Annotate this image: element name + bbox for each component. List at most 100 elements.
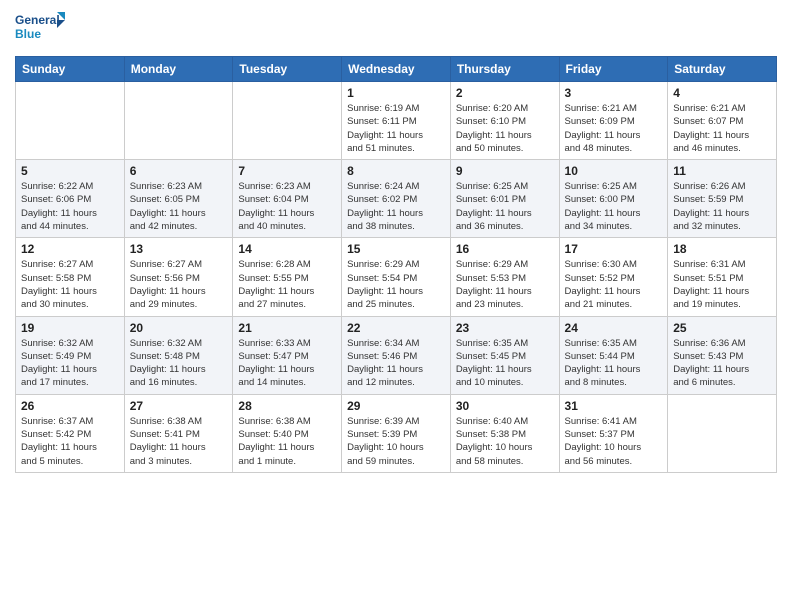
- calendar-table: SundayMondayTuesdayWednesdayThursdayFrid…: [15, 56, 777, 473]
- day-number: 29: [347, 399, 445, 413]
- day-info: Sunrise: 6:27 AMSunset: 5:56 PMDaylight:…: [130, 258, 228, 311]
- day-cell-6: 6 Sunrise: 6:23 AMSunset: 6:05 PMDaylight…: [124, 160, 233, 238]
- day-number: 15: [347, 242, 445, 256]
- day-number: 25: [673, 321, 771, 335]
- weekday-sunday: Sunday: [16, 57, 125, 82]
- day-cell-20: 20Sunrise: 6:32 AMSunset: 5:48 PMDayligh…: [124, 316, 233, 394]
- day-number: 11: [673, 164, 771, 178]
- day-cell-21: 21Sunrise: 6:33 AMSunset: 5:47 PMDayligh…: [233, 316, 342, 394]
- day-cell-29: 29 Sunrise: 6:39 AMSunset: 5:39 PMDayligh…: [342, 394, 451, 472]
- day-cell-18: 18Sunrise: 6:31 AMSunset: 5:51 PMDayligh…: [668, 238, 777, 316]
- day-number: 19: [21, 321, 119, 335]
- day-cell-13: 13 Sunrise: 6:27 AMSunset: 5:56 PMDayligh…: [124, 238, 233, 316]
- day-number: 8: [347, 164, 445, 178]
- day-number: 28: [238, 399, 336, 413]
- day-info: Sunrise: 6:22 AMSunset: 6:06 PMDaylight:…: [21, 180, 119, 233]
- weekday-monday: Monday: [124, 57, 233, 82]
- day-cell-11: 11Sunrise: 6:26 AMSunset: 5:59 PMDayligh…: [668, 160, 777, 238]
- week-row-5: 26 Sunrise: 6:37 AMSunset: 5:42 PMDayligh…: [16, 394, 777, 472]
- day-info: Sunrise: 6:37 AMSunset: 5:42 PMDaylight:…: [21, 415, 119, 468]
- empty-cell: [233, 82, 342, 160]
- day-number: 5: [21, 164, 119, 178]
- logo: General Blue: [15, 10, 65, 48]
- day-number: 30: [456, 399, 554, 413]
- empty-cell: [16, 82, 125, 160]
- logo-svg: General Blue: [15, 10, 65, 48]
- day-info: Sunrise: 6:38 AMSunset: 5:40 PMDaylight:…: [238, 415, 336, 468]
- day-number: 6: [130, 164, 228, 178]
- day-number: 24: [565, 321, 663, 335]
- day-cell-23: 23 Sunrise: 6:35 AMSunset: 5:45 PMDayligh…: [450, 316, 559, 394]
- day-info: Sunrise: 6:25 AMSunset: 6:01 PMDaylight:…: [456, 180, 554, 233]
- day-info: Sunrise: 6:41 AMSunset: 5:37 PMDaylight:…: [565, 415, 663, 468]
- day-info: Sunrise: 6:32 AMSunset: 5:49 PMDaylight:…: [21, 337, 119, 390]
- day-info: Sunrise: 6:25 AMSunset: 6:00 PMDaylight:…: [565, 180, 663, 233]
- weekday-wednesday: Wednesday: [342, 57, 451, 82]
- day-cell-9: 9Sunrise: 6:25 AMSunset: 6:01 PMDaylight…: [450, 160, 559, 238]
- day-cell-2: 2Sunrise: 6:20 AMSunset: 6:10 PMDaylight…: [450, 82, 559, 160]
- day-number: 13: [130, 242, 228, 256]
- day-number: 12: [21, 242, 119, 256]
- day-cell-26: 26 Sunrise: 6:37 AMSunset: 5:42 PMDayligh…: [16, 394, 125, 472]
- week-row-2: 5 Sunrise: 6:22 AMSunset: 6:06 PMDaylight…: [16, 160, 777, 238]
- day-number: 7: [238, 164, 336, 178]
- day-number: 16: [456, 242, 554, 256]
- day-cell-5: 5 Sunrise: 6:22 AMSunset: 6:06 PMDaylight…: [16, 160, 125, 238]
- day-info: Sunrise: 6:21 AMSunset: 6:09 PMDaylight:…: [565, 102, 663, 155]
- day-info: Sunrise: 6:24 AMSunset: 6:02 PMDaylight:…: [347, 180, 445, 233]
- day-number: 4: [673, 86, 771, 100]
- day-info: Sunrise: 6:27 AMSunset: 5:58 PMDaylight:…: [21, 258, 119, 311]
- day-info: Sunrise: 6:23 AMSunset: 6:05 PMDaylight:…: [130, 180, 228, 233]
- day-cell-28: 28 Sunrise: 6:38 AMSunset: 5:40 PMDayligh…: [233, 394, 342, 472]
- day-info: Sunrise: 6:40 AMSunset: 5:38 PMDaylight:…: [456, 415, 554, 468]
- day-cell-10: 10 Sunrise: 6:25 AMSunset: 6:00 PMDayligh…: [559, 160, 668, 238]
- weekday-header-row: SundayMondayTuesdayWednesdayThursdayFrid…: [16, 57, 777, 82]
- day-number: 10: [565, 164, 663, 178]
- weekday-thursday: Thursday: [450, 57, 559, 82]
- day-number: 18: [673, 242, 771, 256]
- day-info: Sunrise: 6:32 AMSunset: 5:48 PMDaylight:…: [130, 337, 228, 390]
- day-info: Sunrise: 6:23 AMSunset: 6:04 PMDaylight:…: [238, 180, 336, 233]
- day-cell-4: 4 Sunrise: 6:21 AMSunset: 6:07 PMDaylight…: [668, 82, 777, 160]
- weekday-friday: Friday: [559, 57, 668, 82]
- day-info: Sunrise: 6:21 AMSunset: 6:07 PMDaylight:…: [673, 102, 771, 155]
- day-info: Sunrise: 6:28 AMSunset: 5:55 PMDaylight:…: [238, 258, 336, 311]
- day-info: Sunrise: 6:30 AMSunset: 5:52 PMDaylight:…: [565, 258, 663, 311]
- day-cell-24: 24 Sunrise: 6:35 AMSunset: 5:44 PMDayligh…: [559, 316, 668, 394]
- day-number: 31: [565, 399, 663, 413]
- day-info: Sunrise: 6:35 AMSunset: 5:44 PMDaylight:…: [565, 337, 663, 390]
- day-info: Sunrise: 6:38 AMSunset: 5:41 PMDaylight:…: [130, 415, 228, 468]
- day-info: Sunrise: 6:36 AMSunset: 5:43 PMDaylight:…: [673, 337, 771, 390]
- week-row-1: 1Sunrise: 6:19 AMSunset: 6:11 PMDaylight…: [16, 82, 777, 160]
- day-cell-25: 25 Sunrise: 6:36 AMSunset: 5:43 PMDayligh…: [668, 316, 777, 394]
- day-cell-12: 12 Sunrise: 6:27 AMSunset: 5:58 PMDayligh…: [16, 238, 125, 316]
- week-row-3: 12 Sunrise: 6:27 AMSunset: 5:58 PMDayligh…: [16, 238, 777, 316]
- day-cell-14: 14 Sunrise: 6:28 AMSunset: 5:55 PMDayligh…: [233, 238, 342, 316]
- day-cell-8: 8 Sunrise: 6:24 AMSunset: 6:02 PMDaylight…: [342, 160, 451, 238]
- header: General Blue: [15, 10, 777, 48]
- day-cell-17: 17 Sunrise: 6:30 AMSunset: 5:52 PMDayligh…: [559, 238, 668, 316]
- day-info: Sunrise: 6:33 AMSunset: 5:47 PMDaylight:…: [238, 337, 336, 390]
- day-number: 14: [238, 242, 336, 256]
- day-info: Sunrise: 6:35 AMSunset: 5:45 PMDaylight:…: [456, 337, 554, 390]
- day-info: Sunrise: 6:39 AMSunset: 5:39 PMDaylight:…: [347, 415, 445, 468]
- svg-text:General: General: [15, 13, 60, 27]
- day-info: Sunrise: 6:20 AMSunset: 6:10 PMDaylight:…: [456, 102, 554, 155]
- empty-cell: [124, 82, 233, 160]
- day-info: Sunrise: 6:29 AMSunset: 5:53 PMDaylight:…: [456, 258, 554, 311]
- empty-cell: [668, 394, 777, 472]
- day-number: 26: [21, 399, 119, 413]
- day-cell-16: 16 Sunrise: 6:29 AMSunset: 5:53 PMDayligh…: [450, 238, 559, 316]
- day-number: 1: [347, 86, 445, 100]
- day-number: 27: [130, 399, 228, 413]
- day-cell-7: 7 Sunrise: 6:23 AMSunset: 6:04 PMDaylight…: [233, 160, 342, 238]
- day-cell-22: 22Sunrise: 6:34 AMSunset: 5:46 PMDayligh…: [342, 316, 451, 394]
- week-row-4: 19 Sunrise: 6:32 AMSunset: 5:49 PMDayligh…: [16, 316, 777, 394]
- day-number: 17: [565, 242, 663, 256]
- day-number: 3: [565, 86, 663, 100]
- page: General Blue SundayMondayTuesdayWednesda…: [0, 0, 792, 612]
- day-number: 23: [456, 321, 554, 335]
- day-info: Sunrise: 6:29 AMSunset: 5:54 PMDaylight:…: [347, 258, 445, 311]
- day-cell-31: 31 Sunrise: 6:41 AMSunset: 5:37 PMDayligh…: [559, 394, 668, 472]
- day-cell-30: 30 Sunrise: 6:40 AMSunset: 5:38 PMDayligh…: [450, 394, 559, 472]
